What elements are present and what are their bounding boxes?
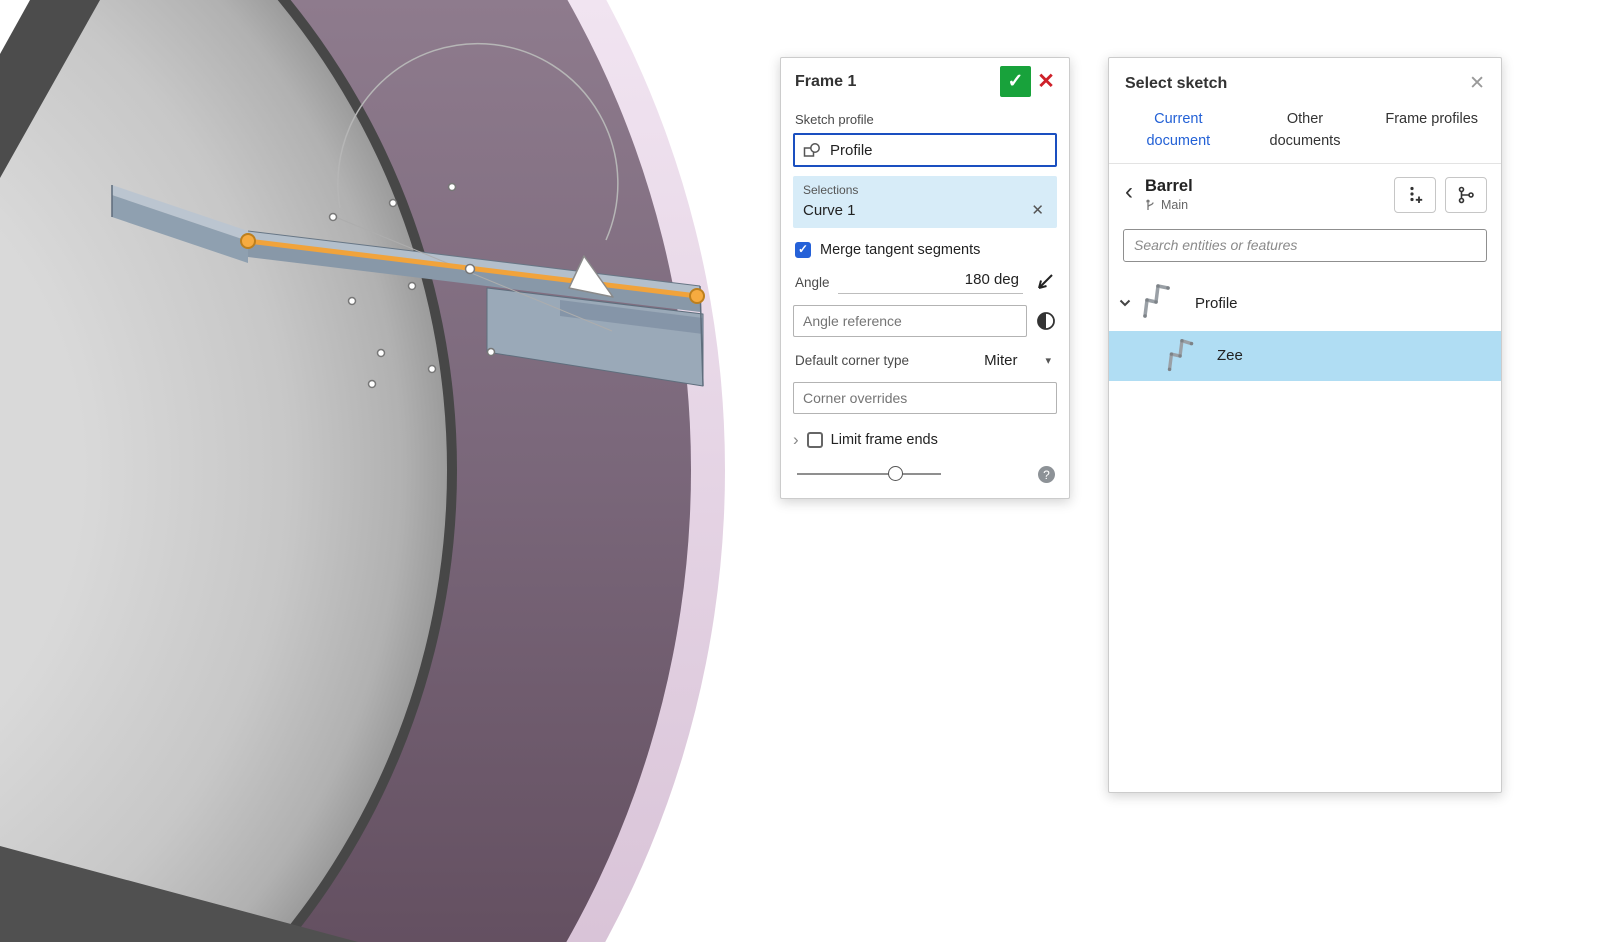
sketch-point[interactable] xyxy=(349,298,356,305)
default-corner-label: Default corner type xyxy=(795,353,909,368)
document-row: ‹ Barrel Main xyxy=(1109,164,1501,222)
sketch-point[interactable] xyxy=(429,366,436,373)
confirm-button[interactable]: ✓ xyxy=(1000,66,1031,97)
curve-endpoint-end[interactable] xyxy=(690,289,704,303)
dialog-title: Frame 1 xyxy=(795,73,1000,91)
angle-label: Angle xyxy=(795,275,830,290)
angle-reference-icon[interactable] xyxy=(1035,310,1057,332)
insert-plus-icon xyxy=(1405,185,1425,205)
sketch-profile-label: Sketch profile xyxy=(795,112,1055,127)
angle-reference-field[interactable] xyxy=(793,305,1027,337)
close-icon[interactable]: ✕ xyxy=(1469,72,1485,95)
workspace-name: Main xyxy=(1161,198,1188,212)
dialog-footer: ? xyxy=(793,460,1057,488)
opacity-slider-track[interactable] xyxy=(797,473,941,475)
chevron-down-icon[interactable] xyxy=(1119,299,1131,307)
corner-type-value: Miter xyxy=(984,352,1017,369)
angle-reference-row xyxy=(793,296,1057,337)
tree-item-zee[interactable]: Zee xyxy=(1109,331,1501,381)
sketch-point[interactable] xyxy=(378,350,385,357)
tree-item-label: Zee xyxy=(1217,347,1243,364)
tab-other-documents[interactable]: Other documents xyxy=(1242,109,1369,153)
frame-feature-dialog: Frame 1 ✓ ✕ Sketch profile Profile Selec… xyxy=(780,57,1070,499)
panel-title: Select sketch xyxy=(1125,75,1469,93)
branch-icon xyxy=(1145,199,1156,212)
cancel-button[interactable]: ✕ xyxy=(1031,66,1061,97)
tab-frame-profiles[interactable]: Frame profiles xyxy=(1368,109,1495,153)
curve-endpoint-start[interactable] xyxy=(241,234,255,248)
limit-frame-ends-checkbox[interactable] xyxy=(807,432,823,448)
z-profile-sketch-icon xyxy=(1159,335,1203,377)
selections-label: Selections xyxy=(803,183,1047,197)
sketch-point[interactable] xyxy=(488,349,495,356)
selection-item[interactable]: Curve 1 xyxy=(803,202,1028,219)
z-profile-sketch-icon xyxy=(1135,281,1181,325)
angle-input[interactable]: 180 deg xyxy=(838,271,1023,294)
x-icon: ✕ xyxy=(1037,69,1055,94)
panel-header: Select sketch ✕ xyxy=(1109,58,1501,105)
version-branch-icon xyxy=(1456,185,1476,205)
tab-bar: Current document Other documents Frame p… xyxy=(1109,105,1501,164)
sketch-point[interactable] xyxy=(390,200,397,207)
default-corner-row: Default corner type Miter ▾ xyxy=(795,352,1055,369)
version-tree-button[interactable] xyxy=(1445,177,1487,213)
document-name: Barrel xyxy=(1145,177,1193,196)
sketch-profile-value: Profile xyxy=(830,142,873,159)
flip-direction-icon[interactable] xyxy=(1031,272,1055,294)
sketch-point[interactable] xyxy=(449,184,456,191)
angle-row: Angle 180 deg xyxy=(795,271,1055,294)
tab-current-document[interactable]: Current document xyxy=(1115,109,1242,153)
corner-overrides-field[interactable] xyxy=(793,382,1057,414)
chevron-left-icon[interactable]: ‹ xyxy=(1125,180,1133,204)
opacity-slider-knob[interactable] xyxy=(888,466,903,481)
sketch-tree: Profile Zee xyxy=(1109,276,1501,381)
curve-midpoint[interactable] xyxy=(466,265,475,274)
check-icon: ✓ xyxy=(1008,70,1024,93)
tree-item-label: Profile xyxy=(1195,295,1238,312)
barrel-ring-model[interactable] xyxy=(0,0,725,942)
help-icon[interactable]: ? xyxy=(1038,466,1055,483)
remove-selection-icon[interactable]: ✕ xyxy=(1028,201,1047,219)
expand-chevron-icon[interactable]: › xyxy=(793,431,799,448)
merge-tangent-row: Merge tangent segments xyxy=(795,242,1055,258)
dialog-header: Frame 1 ✓ ✕ xyxy=(781,58,1069,104)
sketch-profile-field[interactable]: Profile xyxy=(793,133,1057,167)
limit-frame-ends-row: › Limit frame ends xyxy=(793,431,1057,448)
sketch-point[interactable] xyxy=(409,283,416,290)
selections-box[interactable]: Selections Curve 1 ✕ xyxy=(793,176,1057,228)
merge-tangent-checkbox[interactable] xyxy=(795,242,811,258)
search-input[interactable] xyxy=(1123,229,1487,262)
tree-item-profile[interactable]: Profile xyxy=(1109,276,1501,331)
insert-entity-button[interactable] xyxy=(1394,177,1436,213)
select-sketch-panel: Select sketch ✕ Current document Other d… xyxy=(1108,57,1502,793)
sketch-icon xyxy=(803,142,821,158)
sketch-point[interactable] xyxy=(369,381,376,388)
sketch-point[interactable] xyxy=(330,214,337,221)
merge-tangent-label: Merge tangent segments xyxy=(820,242,980,258)
corner-type-dropdown[interactable]: Miter ▾ xyxy=(984,352,1055,369)
chevron-down-icon: ▾ xyxy=(1045,354,1051,367)
limit-frame-ends-label: Limit frame ends xyxy=(831,432,938,448)
